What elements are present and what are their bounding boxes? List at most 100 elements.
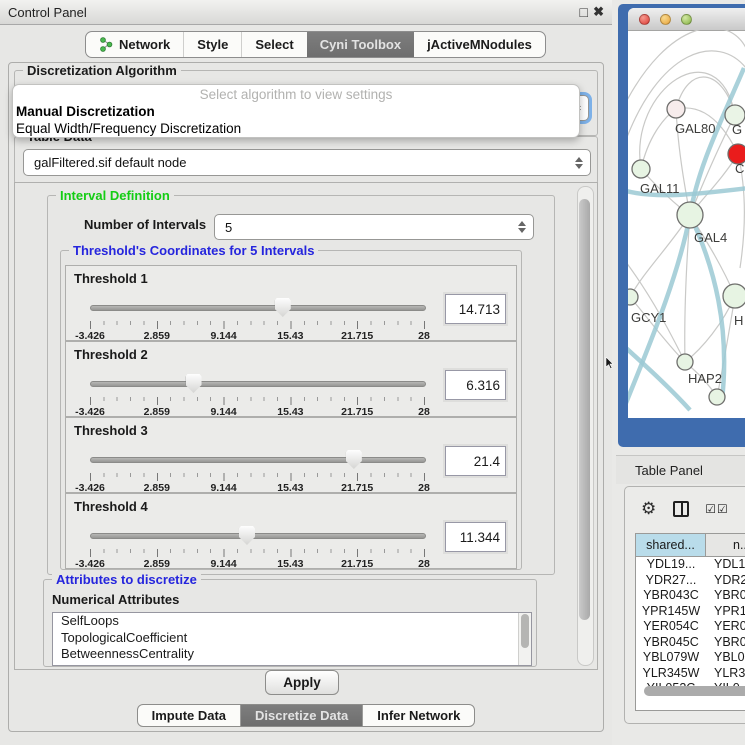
slider-major-ticks [90, 321, 425, 329]
attribute-list-item[interactable]: BetweennessCentrality [53, 646, 531, 663]
close-window-icon[interactable]: ✖ [593, 0, 604, 24]
threshold-slider[interactable]: -3.4262.8599.14415.4321.71528 [90, 298, 424, 338]
dropdown-item-manual-discretization[interactable]: Manual Discretization [13, 103, 579, 120]
float-window-icon[interactable]: □ [580, 0, 588, 24]
shared-name-cell[interactable]: YER054C [636, 619, 706, 635]
table-data-group: Table Data galFiltered.sif default node [14, 136, 598, 184]
table-row[interactable]: YBR045CYBR0 [636, 635, 745, 651]
shared-name-cell[interactable]: YBL079W [636, 650, 706, 666]
tab-infer-network[interactable]: Infer Network [362, 705, 474, 726]
checkbox-icons[interactable]: ☑☑ [705, 502, 729, 516]
network-view-window[interactable]: GAL80GCGAL11GAL4HGCY1HAP2 [628, 8, 745, 418]
tab-discretize-data[interactable]: Discretize Data [240, 705, 362, 726]
tab-network-label: Network [119, 37, 170, 52]
network-node[interactable] [677, 202, 703, 228]
threshold-slider[interactable]: -3.4262.8599.14415.4321.71528 [90, 450, 424, 490]
name-cell[interactable]: YBR0 [706, 588, 745, 604]
table-row[interactable]: YPR145WYPR1 [636, 604, 745, 620]
table-panel-title: Table Panel [635, 463, 703, 478]
column-header-name[interactable]: n... [706, 534, 745, 556]
shared-name-cell[interactable]: YDL19... [636, 557, 706, 573]
slider-thumb[interactable] [275, 298, 291, 317]
slider-track[interactable] [90, 305, 426, 311]
table-row[interactable]: YBL079WYBL0 [636, 650, 745, 666]
name-cell[interactable]: YDL1 [706, 557, 745, 573]
table-row[interactable]: YER054CYER0 [636, 619, 745, 635]
name-cell[interactable]: YER0 [706, 619, 745, 635]
threshold-row: Threshold 3 -3.4262.8599.14415.4321.7152… [65, 417, 517, 493]
scrollbar-thumb[interactable] [644, 686, 745, 696]
table-horizontal-scrollbar[interactable] [644, 686, 745, 696]
name-cell[interactable]: YLR3 [706, 666, 745, 682]
dropdown-item-equal-width[interactable]: Equal Width/Frequency Discretization [13, 120, 579, 137]
scrollbar-thumb[interactable] [521, 614, 529, 648]
table-row[interactable]: YDR27...YDR2 [636, 573, 745, 589]
attribute-list-item[interactable]: SelfLoops [53, 613, 531, 630]
slider-track[interactable] [90, 381, 426, 387]
table-row[interactable]: YDL19...YDL1 [636, 557, 745, 573]
dropdown-placeholder-item[interactable]: Select algorithm to view settings [13, 86, 579, 103]
interval-definition-title: Interval Definition [56, 188, 174, 203]
split-columns-icon[interactable] [673, 501, 689, 517]
tab-network[interactable]: Network [86, 32, 183, 57]
slider-thumb[interactable] [239, 526, 255, 545]
number-of-intervals-spinner[interactable]: 5 [214, 214, 534, 240]
numerical-attributes-list[interactable]: SelfLoopsTopologicalCoefficientBetweenne… [52, 612, 532, 666]
tab-jactivemnodules[interactable]: jActiveMNodules [414, 32, 545, 57]
attributes-group-title: Attributes to discretize [52, 572, 201, 587]
threshold-value-field[interactable]: 14.713 [445, 294, 506, 324]
table-row[interactable]: YLR345WYLR3 [636, 666, 745, 682]
network-node-label: G [732, 122, 742, 137]
network-node[interactable] [628, 289, 638, 305]
network-canvas[interactable]: GAL80GCGAL11GAL4HGCY1HAP2 [628, 30, 745, 418]
threshold-value-field[interactable]: 11.344 [445, 522, 506, 552]
shared-name-cell[interactable]: YBR045C [636, 635, 706, 651]
name-cell[interactable]: YPR1 [706, 604, 745, 620]
threshold-value-field[interactable]: 6.316 [445, 370, 506, 400]
name-cell[interactable]: YBR0 [706, 635, 745, 651]
slider-track[interactable] [90, 533, 426, 539]
minimize-traffic-light[interactable] [660, 14, 671, 25]
table-data-select[interactable]: galFiltered.sif default node [23, 149, 591, 176]
settings-scrollbar[interactable] [577, 186, 594, 666]
network-node[interactable] [677, 354, 693, 370]
slider-thumb[interactable] [346, 450, 362, 469]
scrollbar-thumb[interactable] [579, 199, 590, 620]
control-panel-window: Control Panel □ ✖ Network Style Select C… [0, 0, 612, 745]
name-cell[interactable]: YBL0 [706, 650, 745, 666]
table-row[interactable]: YBR043CYBR0 [636, 588, 745, 604]
slider-track[interactable] [90, 457, 426, 463]
name-cell[interactable]: YDR2 [706, 573, 745, 589]
slider-thumb[interactable] [186, 374, 202, 393]
threshold-label: Threshold 2 [74, 347, 148, 362]
threshold-label: Threshold 4 [74, 499, 148, 514]
shared-name-cell[interactable]: YDR27... [636, 573, 706, 589]
column-header-shared-name[interactable]: shared... [636, 534, 706, 556]
threshold-slider[interactable]: -3.4262.8599.14415.4321.71528 [90, 526, 424, 566]
zoom-traffic-light[interactable] [681, 14, 692, 25]
attributes-scrollbar[interactable] [518, 613, 531, 665]
combo-arrows-icon [570, 157, 588, 169]
thresholds-group: Threshold's Coordinates for 5 Intervals … [60, 250, 522, 570]
attribute-list-item[interactable]: TopologicalCoefficient [53, 630, 531, 647]
network-node[interactable] [632, 160, 650, 178]
threshold-value-field[interactable]: 21.4 [445, 446, 506, 476]
network-node[interactable] [667, 100, 685, 118]
threshold-slider[interactable]: -3.4262.8599.14415.4321.71528 [90, 374, 424, 414]
scale-tick-label: 2.859 [144, 558, 170, 570]
network-node[interactable] [723, 284, 745, 308]
network-node-label: GAL4 [694, 230, 727, 245]
network-node-label: GAL80 [675, 121, 715, 136]
gear-icon[interactable]: ⚙ [641, 501, 656, 518]
tab-impute-data[interactable]: Impute Data [138, 705, 240, 726]
tab-select[interactable]: Select [241, 32, 306, 57]
network-node[interactable] [709, 389, 725, 405]
shared-name-cell[interactable]: YBR043C [636, 588, 706, 604]
tab-style[interactable]: Style [183, 32, 241, 57]
shared-name-cell[interactable]: YPR145W [636, 604, 706, 620]
apply-button[interactable]: Apply [265, 670, 339, 695]
close-traffic-light[interactable] [639, 14, 650, 25]
shared-name-cell[interactable]: YLR345W [636, 666, 706, 682]
network-icon [99, 37, 113, 52]
tab-cyni-toolbox[interactable]: Cyni Toolbox [307, 32, 414, 57]
